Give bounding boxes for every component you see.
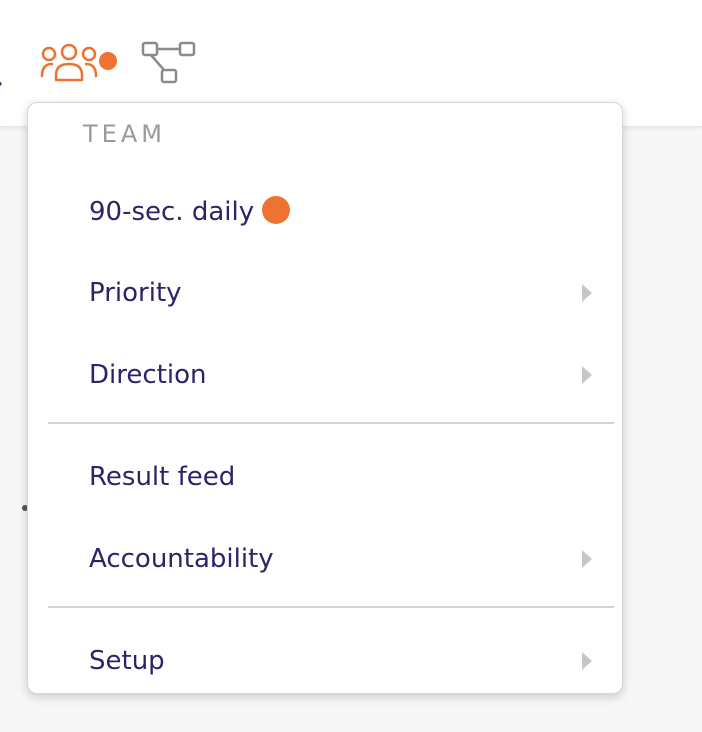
notification-badge-icon — [262, 196, 291, 224]
menu-item-result-feed[interactable]: Result feed — [28, 442, 622, 512]
chevron-right-icon — [582, 550, 592, 568]
menu-item-label: Setup — [89, 646, 165, 676]
menu-item-label: Direction — [89, 360, 207, 390]
menu-item-label: Accountability — [89, 544, 274, 574]
team-dropdown-menu: TEAM 90-sec. daily Priority Direction Re… — [27, 102, 623, 694]
menu-item-accountability[interactable]: Accountability — [28, 524, 622, 594]
notification-dot-icon — [99, 52, 117, 70]
menu-item-label: Result feed — [89, 462, 236, 492]
chevron-right-icon — [582, 652, 592, 670]
menu-item-90-sec-daily[interactable]: 90-sec. daily — [28, 177, 622, 247]
menu-item-priority[interactable]: Priority — [28, 258, 622, 328]
org-chart-icon[interactable] — [138, 38, 200, 88]
menu-item-label: Priority — [89, 278, 182, 308]
menu-item-setup[interactable]: Setup — [28, 626, 622, 696]
menu-section-title: TEAM — [83, 120, 166, 148]
person-icon[interactable] — [0, 40, 14, 86]
menu-item-direction[interactable]: Direction — [28, 340, 622, 410]
menu-item-label: 90-sec. daily — [89, 197, 255, 227]
menu-divider — [48, 422, 614, 424]
menu-divider — [48, 606, 614, 608]
chevron-right-icon — [582, 284, 592, 302]
chevron-right-icon — [582, 366, 592, 384]
